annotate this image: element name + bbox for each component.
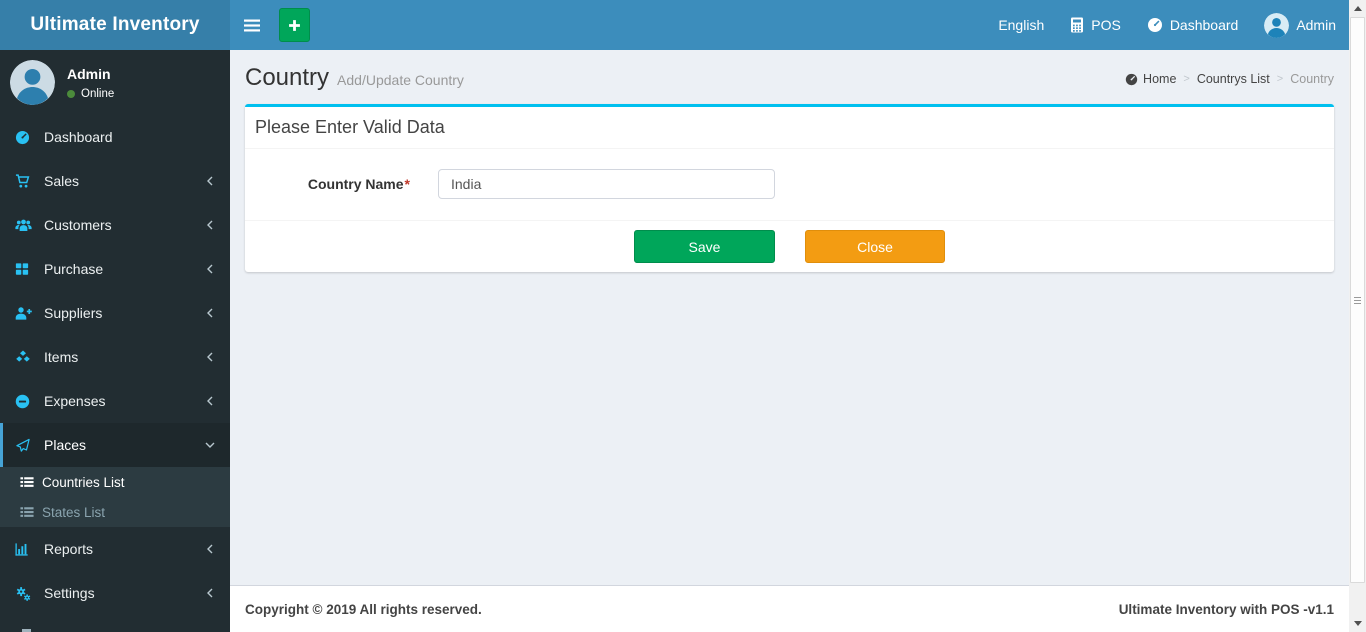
user-avatar-icon xyxy=(10,60,55,105)
breadcrumb-separator: > xyxy=(1276,73,1284,85)
save-button[interactable]: Save xyxy=(634,230,775,263)
navbar-right: English POS Dashboard Admin xyxy=(985,0,1349,50)
chevron-left-icon xyxy=(205,396,215,406)
language-menu[interactable]: English xyxy=(985,0,1057,50)
page-scrollbar[interactable] xyxy=(1349,0,1366,632)
sidebar-item-settings[interactable]: Settings xyxy=(0,571,230,615)
chevron-left-icon xyxy=(205,308,215,318)
panel-header: Please Enter Valid Data xyxy=(245,107,1334,148)
page-subtitle: Add/Update Country xyxy=(337,72,464,88)
tachometer-icon xyxy=(15,130,39,145)
scroll-up-button[interactable] xyxy=(1349,0,1366,17)
calculator-icon xyxy=(1070,17,1084,33)
scrollbar-grip-icon xyxy=(1354,296,1361,298)
breadcrumb-home[interactable]: Home xyxy=(1125,72,1176,86)
sidebar-toggle-button[interactable] xyxy=(230,0,274,50)
close-button[interactable]: Close xyxy=(805,230,945,263)
status-label: Online xyxy=(81,87,115,100)
paper-plane-icon xyxy=(15,438,39,453)
scrollbar-grip-icon xyxy=(1354,302,1361,304)
footer-copyright: Copyright © 2019 All rights reserved. xyxy=(245,601,482,617)
list-icon xyxy=(20,476,42,489)
sidebar: Admin Online Dashboard Sales Customers P… xyxy=(0,50,230,632)
scrollbar-grip-icon xyxy=(1354,299,1361,301)
scroll-down-button[interactable] xyxy=(1349,615,1366,632)
grid-icon xyxy=(15,262,39,276)
language-label: English xyxy=(998,17,1045,33)
sidebar-item-customers[interactable]: Customers xyxy=(0,203,230,247)
online-dot-icon xyxy=(67,89,75,98)
quick-add-button[interactable] xyxy=(279,8,310,42)
app-title: Ultimate Inventory xyxy=(30,14,200,35)
panel-body: Country Name* xyxy=(245,148,1334,220)
page-title: Country xyxy=(245,64,330,91)
chevron-left-icon xyxy=(205,220,215,230)
places-submenu: Countries List States List xyxy=(0,467,230,527)
bar-chart-icon xyxy=(15,542,39,557)
country-name-input[interactable] xyxy=(438,169,775,199)
content-header: Country Add/Update Country Home > Country… xyxy=(230,50,1349,96)
list-icon xyxy=(20,506,42,519)
user-plus-icon xyxy=(15,306,39,321)
breadcrumb: Home > Countrys List > Country xyxy=(1125,72,1334,86)
country-name-label: Country Name* xyxy=(307,176,410,192)
cart-icon xyxy=(15,173,39,189)
app-logo[interactable]: Ultimate Inventory xyxy=(0,0,230,50)
footer-version: Ultimate Inventory with POS -v1.1 xyxy=(1118,601,1334,617)
pos-link[interactable]: POS xyxy=(1057,0,1134,50)
country-name-form-row: Country Name* xyxy=(255,169,1324,199)
sidebar-item-states-list[interactable]: States List xyxy=(0,497,230,527)
breadcrumb-current: Country xyxy=(1290,72,1334,86)
panel-footer: Save Close xyxy=(245,220,1334,272)
sidebar-menu: Dashboard Sales Customers Purchase Suppl… xyxy=(0,115,230,615)
chevron-left-icon xyxy=(205,544,215,554)
cubes-icon xyxy=(15,350,39,364)
sidebar-item-places[interactable]: Places xyxy=(0,423,230,467)
user-label: Admin xyxy=(1296,17,1336,33)
user-panel: Admin Online xyxy=(0,50,230,115)
minus-circle-icon xyxy=(15,394,39,409)
users-icon xyxy=(15,218,39,232)
sidebar-item-sales[interactable]: Sales xyxy=(0,159,230,203)
scroll-down-arrow-icon xyxy=(1353,621,1362,626)
panel-title: Please Enter Valid Data xyxy=(255,117,445,137)
scrollbar-thumb[interactable] xyxy=(1350,17,1365,583)
main-header: Ultimate Inventory English POS Dashboard… xyxy=(0,0,1349,50)
dashboard-link[interactable]: Dashboard xyxy=(1134,0,1252,50)
chevron-left-icon xyxy=(205,176,215,186)
sidebar-item-countries-list[interactable]: Countries List xyxy=(0,467,230,497)
sidebar-item-suppliers[interactable]: Suppliers xyxy=(0,291,230,335)
breadcrumb-countrys-list[interactable]: Countrys List xyxy=(1197,72,1270,86)
hamburger-icon xyxy=(244,19,260,32)
sidebar-item-dashboard[interactable]: Dashboard xyxy=(0,115,230,159)
sidebar-item-reports[interactable]: Reports xyxy=(0,527,230,571)
content-area: Country Add/Update Country Home > Country… xyxy=(230,50,1349,585)
main-footer: Copyright © 2019 All rights reserved. Ul… xyxy=(230,585,1349,632)
tachometer-icon xyxy=(1125,73,1138,86)
required-asterisk: * xyxy=(404,176,410,192)
chevron-left-icon xyxy=(205,352,215,362)
user-avatar-icon xyxy=(1264,12,1290,38)
tachometer-icon xyxy=(1147,17,1163,33)
top-navbar: English POS Dashboard Admin xyxy=(230,0,1349,50)
plus-icon xyxy=(288,19,301,32)
pos-label: POS xyxy=(1091,17,1121,33)
chevron-down-icon xyxy=(205,440,215,450)
country-form-panel: Please Enter Valid Data Country Name* Sa… xyxy=(245,104,1334,272)
scroll-up-arrow-icon xyxy=(1353,6,1362,11)
sidebar-item-purchase[interactable]: Purchase xyxy=(0,247,230,291)
user-name: Admin xyxy=(67,65,111,82)
sidebar-item-expenses[interactable]: Expenses xyxy=(0,379,230,423)
dashboard-label: Dashboard xyxy=(1169,17,1239,33)
chevron-left-icon xyxy=(205,264,215,274)
gears-icon xyxy=(15,586,39,601)
user-menu[interactable]: Admin xyxy=(1251,0,1349,50)
chevron-left-icon xyxy=(205,588,215,598)
sidebar-item-items[interactable]: Items xyxy=(0,335,230,379)
breadcrumb-separator: > xyxy=(1183,73,1190,85)
user-status[interactable]: Online xyxy=(67,88,114,100)
